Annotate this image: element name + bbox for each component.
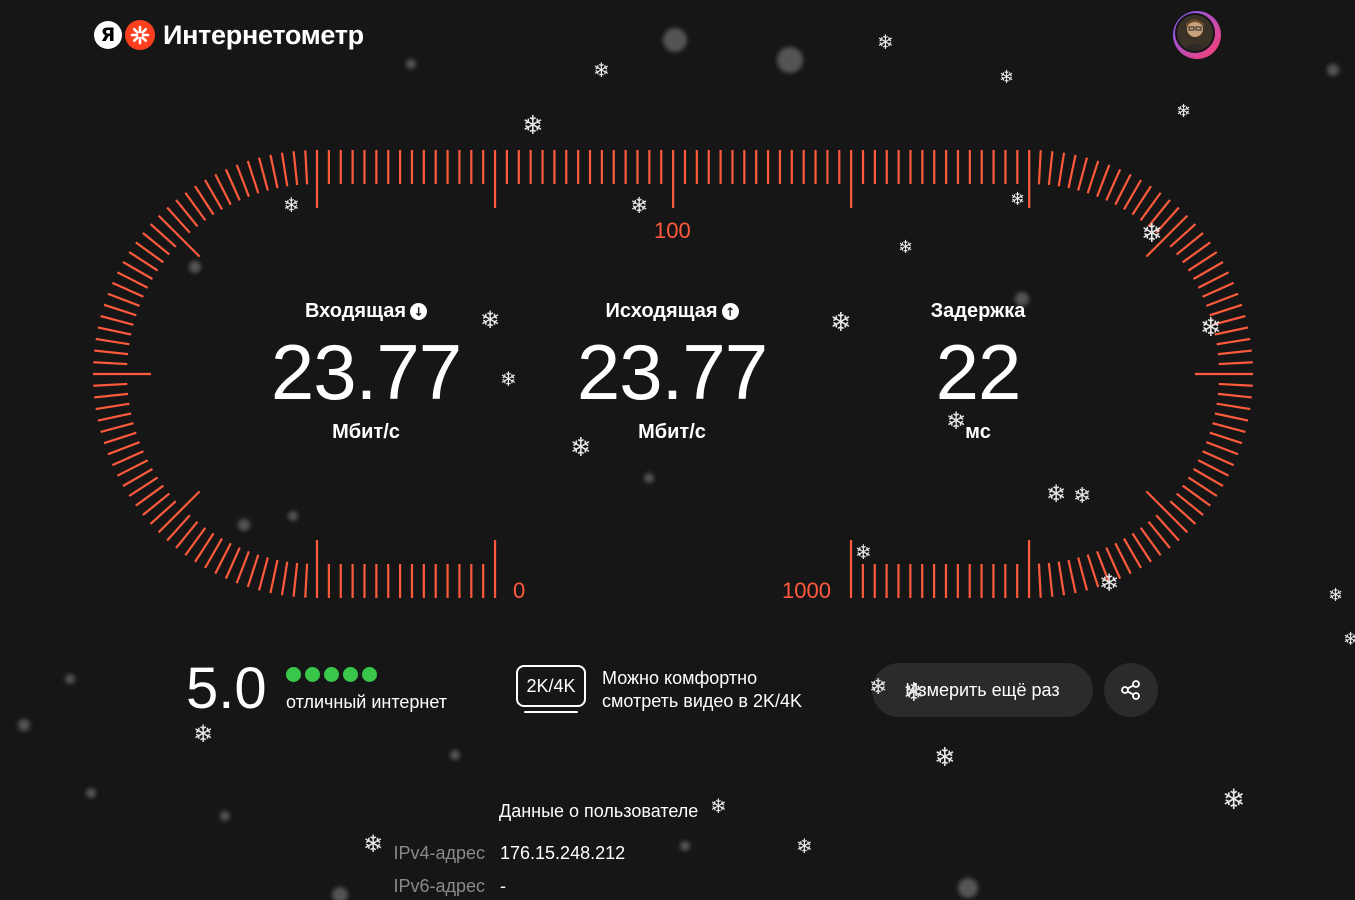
upload-title-text: Исходящая [605,300,718,322]
gauge-tick [1202,281,1235,298]
gauge-tick [1216,402,1251,411]
gauge-tick [1212,422,1246,434]
gauge-tick [1067,154,1077,189]
speed-gauge [93,150,1253,598]
gauge-tick [97,412,132,422]
download-title: Входящая ↓ [304,300,428,323]
gauge-tick [1077,557,1089,591]
gauge-tick [246,160,260,194]
gauge-tick [1218,361,1253,366]
gauge-tick [95,402,130,411]
download-metric: Входящая ↓ 23.77 Мбит/с [236,300,496,444]
gauge-tick [304,150,309,185]
upload-metric: Исходящая ↑ 23.77 Мбит/с [542,300,802,444]
gauge-tick [1067,559,1077,594]
gauge-tick [1202,450,1235,467]
gauge-tick [1214,412,1249,422]
gauge-tick [1077,157,1089,191]
retest-button-label: Измерить ещё раз [905,679,1060,700]
gauge-tick [1086,554,1100,588]
gauge-tick [94,392,129,399]
gauge-tick [100,314,134,326]
gauge-tick [94,349,129,356]
download-unit: Мбит/с [332,421,400,443]
gauge-tick [1216,337,1251,346]
gauge-tick [246,554,260,588]
gauge-tick [280,152,289,187]
gauge-tick [224,168,241,201]
gauge-tick [304,563,309,598]
gauge-tick [224,547,241,580]
gauge-tick [1096,164,1111,198]
gauge-tick [1217,349,1252,356]
share-button[interactable] [1104,663,1158,717]
arrow-up-icon: ↑ [721,303,739,320]
gauge-tick [235,550,250,584]
gauge-tick [1057,152,1066,187]
gauge-tick [1218,382,1253,387]
upload-value: 23.77 [576,328,768,416]
download-title-text: Входящая [304,300,407,322]
gauge-tick [235,164,250,198]
gauge-tick [1205,292,1239,307]
gauge-tick [1214,326,1249,336]
gauge-tick [1105,547,1122,580]
gauge-tick [1047,562,1054,597]
gauge-tick [95,337,130,346]
gauge-tick [292,151,299,186]
gauge-tick [269,559,279,594]
gauge-tick [93,382,128,387]
gauge-tick [107,441,141,456]
gauge-tick [93,361,128,366]
retest-button[interactable]: Измерить ещё раз [872,663,1093,717]
ping-metric: Задержка 22 мс [848,300,1108,444]
gauge-tick [100,422,134,434]
gauge-tick [1105,168,1122,201]
ping-unit: мс [965,421,991,443]
gauge-tick [292,562,299,597]
gauge-tick [103,303,137,317]
gauge-tick [257,157,269,191]
gauge-tick [257,557,269,591]
gauge-tick [107,292,141,307]
ping-title: Задержка [931,300,1026,323]
ping-title-text: Задержка [930,300,1026,322]
gauge-tick [1209,431,1243,445]
share-icon [1121,680,1140,700]
gauge-tick [111,281,144,298]
gauge-tick [1212,314,1246,326]
download-value: 23.77 [270,328,462,416]
upload-title: Исходящая ↑ [605,300,739,323]
gauge-tick [1037,150,1042,185]
gauge-tick [1205,441,1239,456]
gauge-tick [1096,550,1111,584]
gauge-tick [1086,160,1100,194]
page: 100 0 1000 Я Интернетометр Входящая ↓ 23… [0,0,1355,900]
arrow-down-icon: ↓ [410,303,428,320]
gauge-tick [97,326,132,336]
gauge-tick [269,154,279,189]
gauge-tick [280,561,289,596]
gauge-tick [1047,151,1054,186]
gauge-tick [111,450,144,467]
gauge-tick [1037,563,1042,598]
ping-value: 22 [935,328,1022,416]
gauge-tick [1217,392,1252,399]
gauge-tick [1209,303,1243,317]
gauge-tick [1057,561,1066,596]
upload-unit: Мбит/с [638,421,706,443]
gauge-tick [103,431,137,445]
